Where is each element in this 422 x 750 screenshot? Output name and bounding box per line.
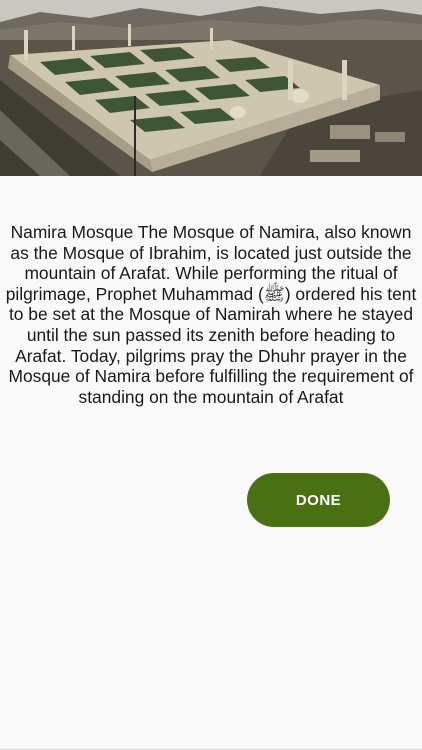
mosque-description-text: Namira Mosque The Mosque of Namira, also… <box>5 222 417 407</box>
mosque-photo <box>0 0 422 176</box>
done-button[interactable]: DONE <box>247 473 390 527</box>
mosque-aerial-illustration <box>0 0 422 176</box>
